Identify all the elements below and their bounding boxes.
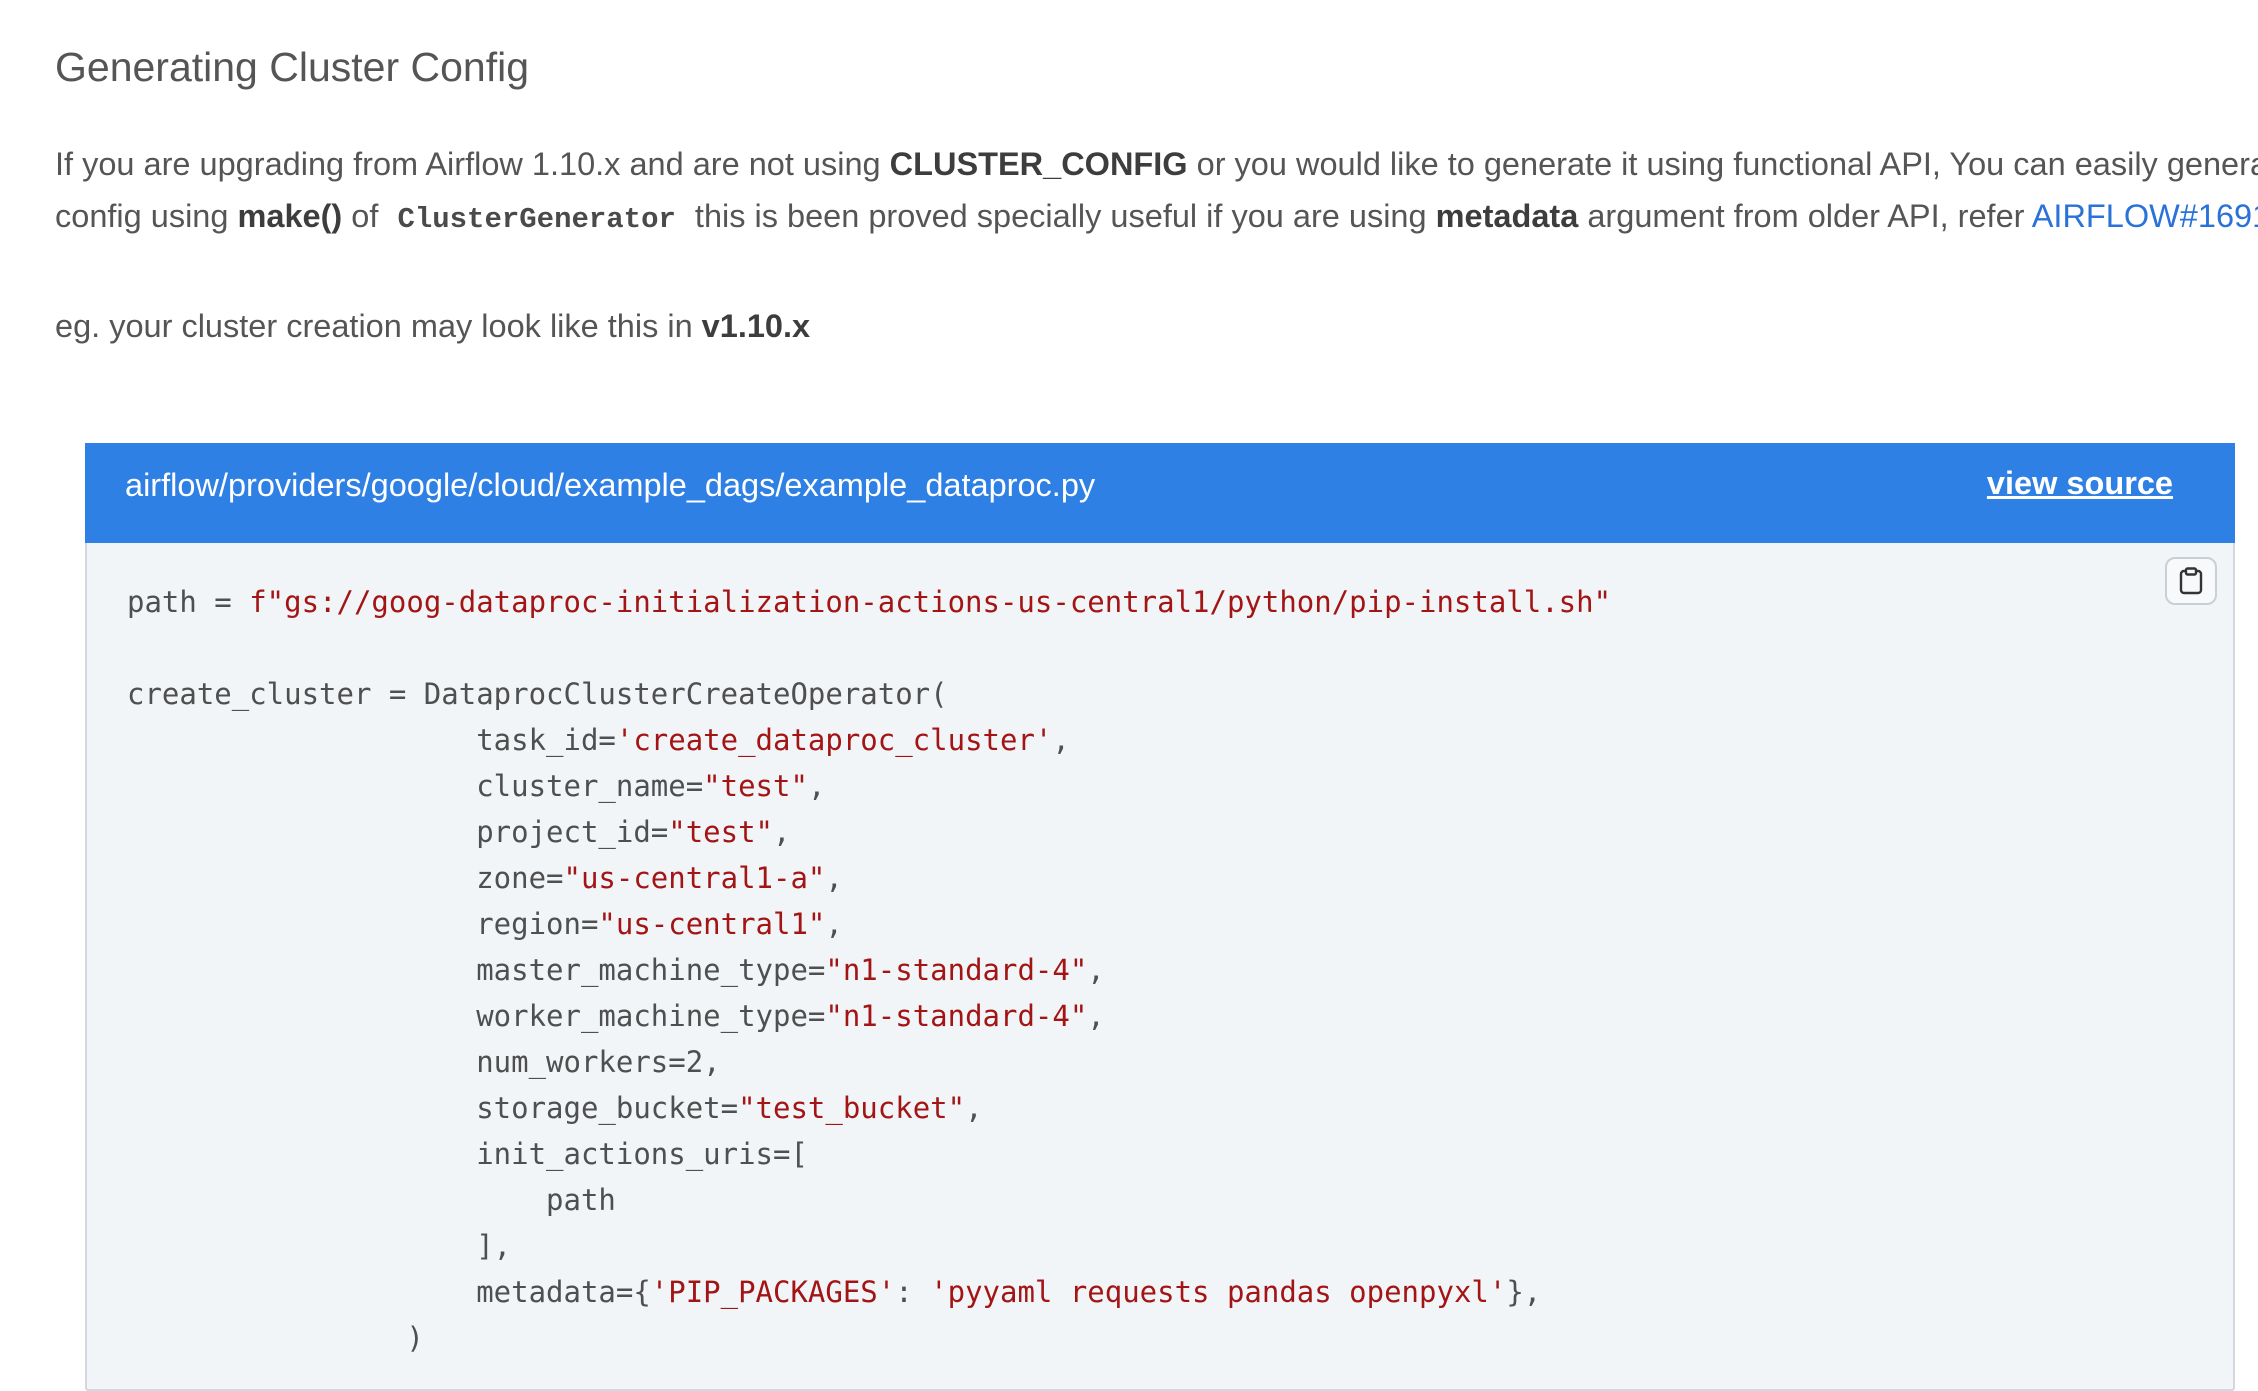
code-block: airflow/providers/google/cloud/example_d… (85, 443, 2235, 1391)
cluster-generator-code: ClusterGenerator (397, 203, 676, 236)
code-text: storage_bucket= (127, 1091, 739, 1125)
code-text: worker_machine_type= (127, 999, 826, 1033)
example-intro: eg. your cluster creation may look like … (55, 308, 811, 344)
code-text: : (895, 1275, 931, 1309)
copy-button[interactable] (2165, 557, 2217, 605)
code-text: path = (127, 585, 250, 619)
code-string: "us-central1" (598, 907, 826, 941)
code-line: cluster_name="test", (127, 763, 1611, 809)
code-line: metadata={'PIP_PACKAGES': 'pyyaml reques… (127, 1269, 1611, 1315)
code-line: zone="us-central1-a", (127, 855, 1611, 901)
code-string: 'pyyaml requests pandas openpyxl' (930, 1275, 1507, 1309)
intro-paragraph: If you are upgrading from Airflow 1.10.x… (55, 138, 2258, 246)
code-string: "test" (703, 769, 808, 803)
code-text: master_machine_type= (127, 953, 826, 987)
code-string: "n1-standard-4" (825, 953, 1088, 987)
code-string: f"gs://goog-dataproc-initialization-acti… (249, 585, 1612, 619)
code-text: , (1052, 723, 1070, 757)
code-line: ], (127, 1223, 1611, 1269)
metadata-term: metadata (1435, 198, 1579, 234)
code-text: cluster_name= (127, 769, 704, 803)
make-term: make() (237, 198, 343, 234)
code-text: }, (1506, 1275, 1542, 1309)
code-text: num_workers=2, (127, 1045, 721, 1079)
airflow-issue-link[interactable]: AIRFLOW#16911 (2032, 198, 2258, 234)
code-text: metadata={ (127, 1275, 651, 1309)
code-text: task_id= (127, 723, 616, 757)
cluster-config-term: CLUSTER_CONFIG (889, 146, 1188, 182)
code-line: task_id='create_dataproc_cluster', (127, 717, 1611, 763)
code-line: ) (127, 1315, 1611, 1361)
code-line: path = f"gs://goog-dataproc-initializati… (127, 579, 1611, 625)
code-string: 'create_dataproc_cluster' (615, 723, 1053, 757)
code-text: path (127, 1183, 616, 1217)
code-line: project_id="test", (127, 809, 1611, 855)
code-string: "n1-standard-4" (825, 999, 1088, 1033)
code-line: create_cluster = DataprocClusterCreateOp… (127, 671, 1611, 717)
code-line: storage_bucket="test_bucket", (127, 1085, 1611, 1131)
code-text: create_cluster = DataprocClusterCreateOp… (127, 677, 948, 711)
view-source-link[interactable]: view source (1987, 465, 2173, 502)
code-content: path = f"gs://goog-dataproc-initializati… (127, 579, 1611, 1361)
code-text: project_id= (127, 815, 669, 849)
code-line: init_actions_uris=[ (127, 1131, 1611, 1177)
code-text: , (807, 769, 826, 803)
code-text: region= (127, 907, 599, 941)
code-text: ], (127, 1229, 512, 1263)
code-text: , (825, 907, 843, 941)
code-string: 'PIP_PACKAGES' (650, 1275, 896, 1309)
version-term: v1.10.x (701, 308, 811, 344)
code-line: worker_machine_type="n1-standard-4", (127, 993, 1611, 1039)
code-line: num_workers=2, (127, 1039, 1611, 1085)
code-text: , (1087, 953, 1105, 987)
code-string: "test" (668, 815, 774, 849)
code-file-path: airflow/providers/google/cloud/example_d… (125, 467, 1096, 503)
code-line: path (127, 1177, 1611, 1223)
code-text: , (773, 815, 791, 849)
code-text: zone= (127, 861, 564, 895)
code-line: region="us-central1", (127, 901, 1611, 947)
section-title: Generating Cluster Config (55, 44, 530, 90)
clipboard-icon (2179, 567, 2203, 595)
code-text: , (825, 861, 843, 895)
code-string: "us-central1-a" (563, 861, 826, 895)
code-text: , (1087, 999, 1105, 1033)
code-block-header: airflow/providers/google/cloud/example_d… (85, 443, 2235, 543)
code-text: ) (127, 1321, 424, 1355)
code-text: init_actions_uris=[ (127, 1137, 808, 1171)
code-line: master_machine_type="n1-standard-4", (127, 947, 1611, 993)
code-string: "test_bucket" (738, 1091, 966, 1125)
code-text: , (965, 1091, 983, 1125)
